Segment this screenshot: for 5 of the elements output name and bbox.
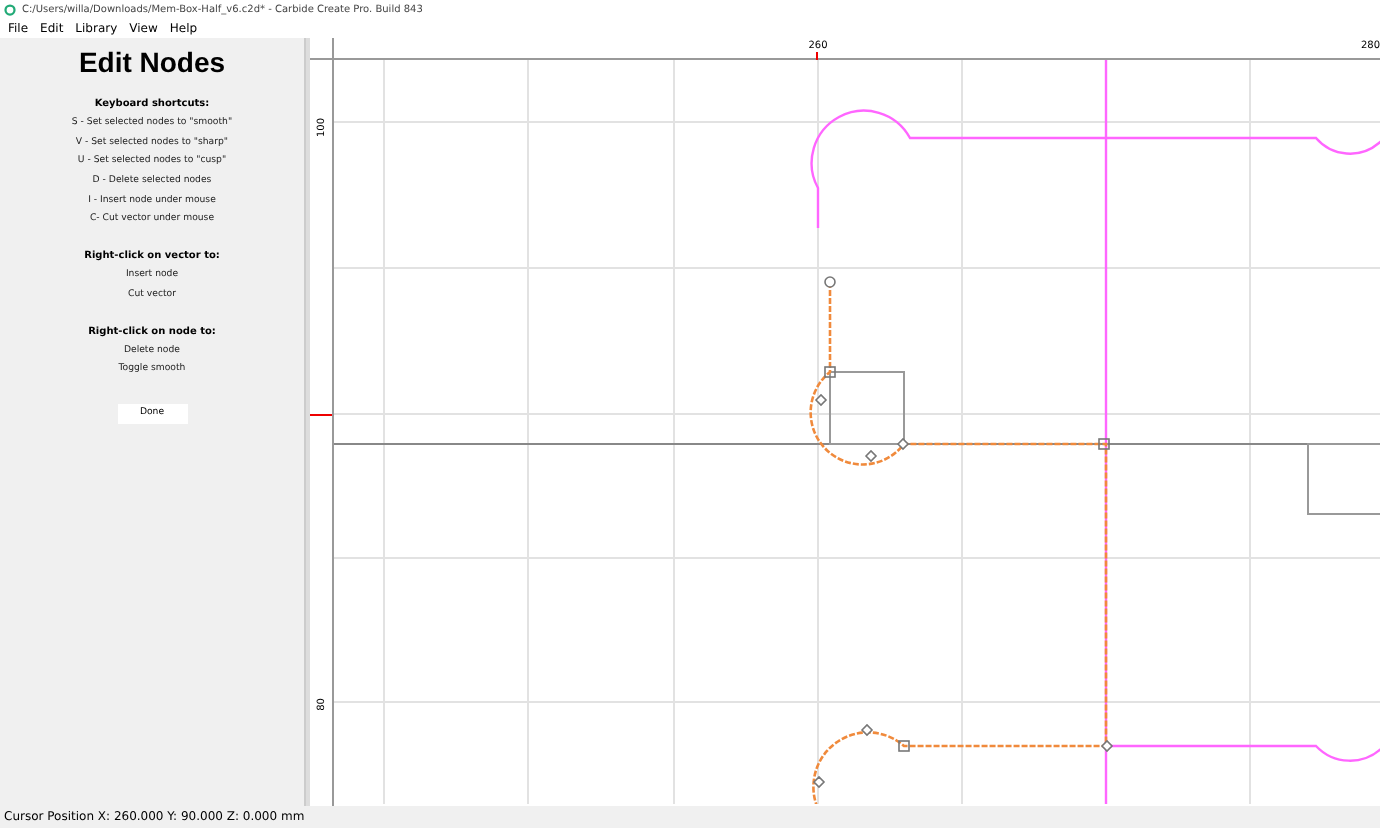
cursor-marker — [816, 52, 818, 60]
cursor-marker — [310, 414, 332, 416]
panel-title: Edit Nodes — [78, 46, 226, 78]
app-icon — [4, 3, 16, 15]
rectangle-shape — [829, 371, 905, 445]
